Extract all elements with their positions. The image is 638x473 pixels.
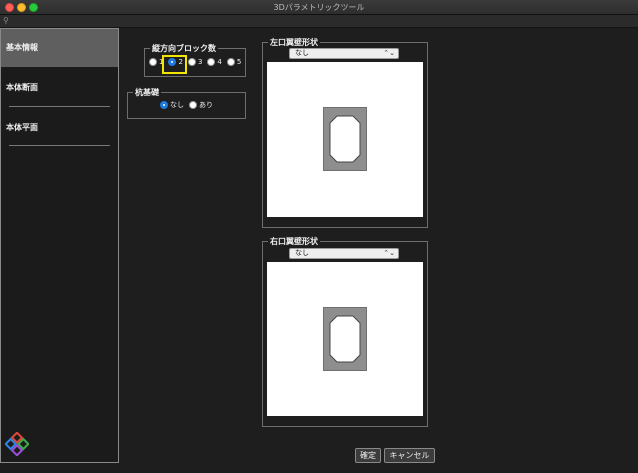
left-wing-select[interactable]: なし ⌃⌄ — [289, 48, 399, 59]
confirm-button[interactable]: 確定 — [355, 448, 381, 463]
pin-icon[interactable]: ⚲ — [3, 16, 9, 25]
left-wing-select-value: なし — [295, 49, 309, 57]
culvert-opening-icon — [329, 315, 361, 363]
app-logo-icon — [5, 432, 29, 456]
right-wing-preview — [267, 262, 423, 416]
sidebar-divider — [9, 145, 110, 146]
block-count-radio-3[interactable]: 3 — [187, 58, 202, 66]
toolbar: ⚲ — [0, 15, 638, 28]
sidebar: 基本情報 本体断面 本体平面 — [0, 28, 119, 463]
block-count-radio-4[interactable]: 4 — [207, 58, 222, 66]
right-wing-select[interactable]: なし ⌃⌄ — [289, 248, 399, 259]
left-wing-title: 左口翼壁形状 — [268, 37, 320, 48]
sidebar-item-basic-info[interactable]: 基本情報 — [1, 29, 118, 67]
right-wing-select-value: なし — [295, 249, 309, 257]
culvert-opening-icon — [329, 115, 361, 163]
sidebar-divider — [9, 106, 110, 107]
window-titlebar: 3Dパラメトリックツール — [0, 0, 638, 15]
culvert-section-shape — [323, 307, 367, 371]
culvert-section-shape — [323, 107, 367, 171]
updown-chevron-icon: ⌃⌄ — [383, 249, 395, 257]
window-title: 3Dパラメトリックツール — [273, 3, 365, 12]
selection-highlight — [162, 55, 187, 74]
pile-foundation-radio-none[interactable]: なし — [160, 100, 184, 110]
sidebar-item-body-plan[interactable]: 本体平面 — [1, 109, 118, 147]
pile-foundation-title: 杭基礎 — [133, 87, 161, 98]
cancel-button[interactable]: キャンセル — [384, 448, 435, 463]
block-count-radio-5[interactable]: 5 — [226, 58, 241, 66]
sidebar-item-body-section[interactable]: 本体断面 — [1, 69, 118, 107]
left-wing-preview — [267, 62, 423, 217]
right-wing-title: 右口翼壁形状 — [268, 236, 320, 247]
pile-foundation-radio-group: なし あり — [160, 100, 218, 110]
pile-foundation-radio-yes[interactable]: あり — [189, 100, 213, 110]
block-count-title: 縦方向ブロック数 — [150, 43, 218, 54]
updown-chevron-icon: ⌃⌄ — [383, 49, 395, 57]
